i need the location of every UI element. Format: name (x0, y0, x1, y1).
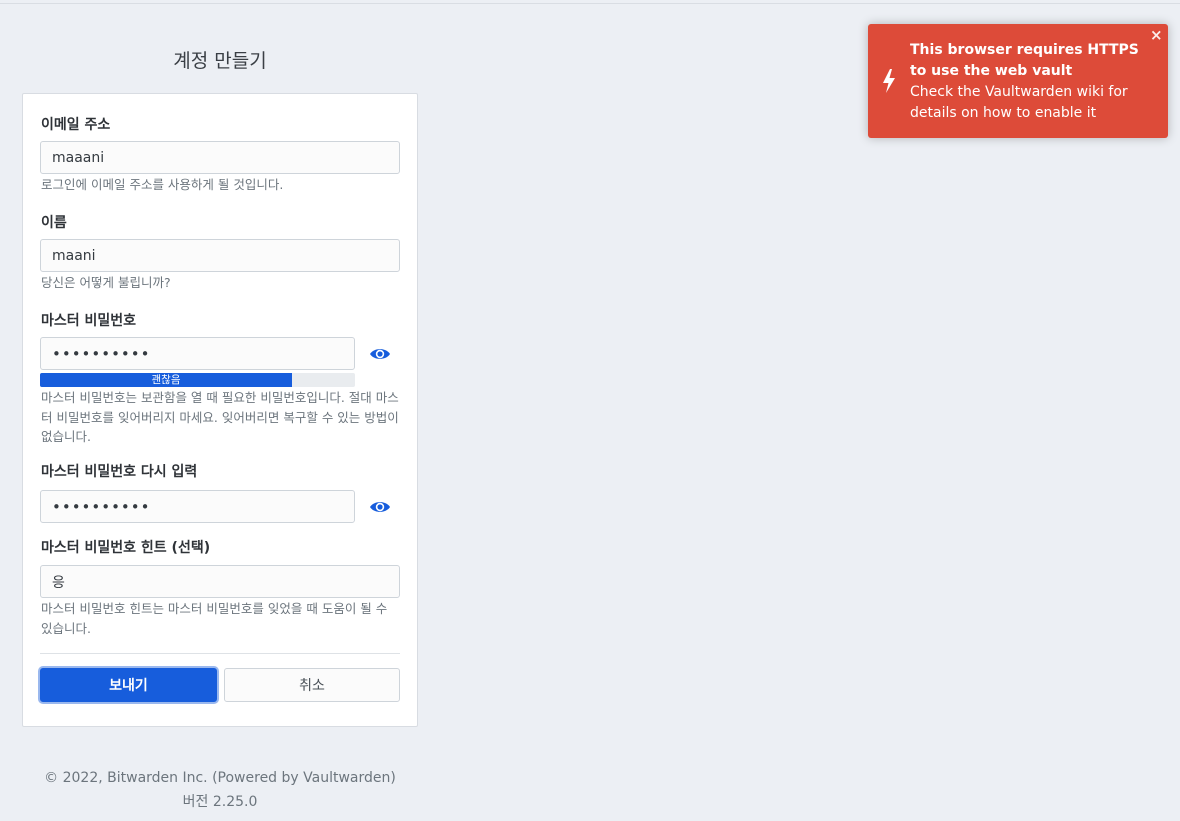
master-password-input[interactable] (40, 337, 355, 370)
toast-title: This browser requires HTTPS to use the w… (910, 42, 1139, 79)
toggle-visibility-eye-icon[interactable] (369, 346, 391, 362)
email-label: 이메일 주소 (41, 117, 111, 133)
name-input[interactable] (40, 239, 400, 272)
name-help: 당신은 어떻게 불립니까? (41, 275, 171, 290)
https-warning-toast: This browser requires HTTPS to use the w… (868, 24, 1168, 138)
hint-help: 마스터 비밀번호 힌트는 마스터 비밀번호를 잊었을 때 도움이 될 수 있습니… (41, 601, 388, 636)
cancel-button[interactable]: 취소 (224, 668, 400, 702)
submit-button[interactable]: 보내기 (40, 668, 217, 702)
email-input[interactable] (40, 141, 400, 174)
register-form: 이메일 주소 로그인에 이메일 주소를 사용하게 될 것입니다. 이름 당신은 … (22, 93, 418, 727)
name-label: 이름 (41, 215, 67, 231)
password-strength-label: 괜찮음 (40, 373, 292, 387)
toast-message: Check the Vaultwarden wiki for details o… (910, 84, 1128, 121)
form-divider (40, 653, 400, 654)
top-border (0, 0, 1180, 4)
page-title: 계정 만들기 (173, 50, 267, 72)
master-password-label: 마스터 비밀번호 (41, 313, 137, 329)
email-help: 로그인에 이메일 주소를 사용하게 될 것입니다. (41, 177, 284, 192)
master-password-retype-input[interactable] (40, 490, 355, 523)
master-password-help: 마스터 비밀번호는 보관함을 열 때 필요한 비밀번호입니다. 절대 마스터 비… (41, 390, 399, 444)
footer-version: 버전 2.25.0 (182, 794, 258, 810)
hint-label: 마스터 비밀번호 힌트 (선택) (41, 540, 211, 556)
master-password-retype-label: 마스터 비밀번호 다시 입력 (41, 464, 198, 480)
toggle-visibility-retype-eye-icon[interactable] (369, 499, 391, 515)
hint-input[interactable] (40, 565, 400, 598)
close-icon[interactable]: × (1150, 26, 1163, 44)
bolt-icon (881, 68, 897, 94)
password-strength-meter: 괜찮음 (40, 373, 355, 387)
footer-copyright: © 2022, Bitwarden Inc. (Powered by Vault… (44, 770, 396, 786)
